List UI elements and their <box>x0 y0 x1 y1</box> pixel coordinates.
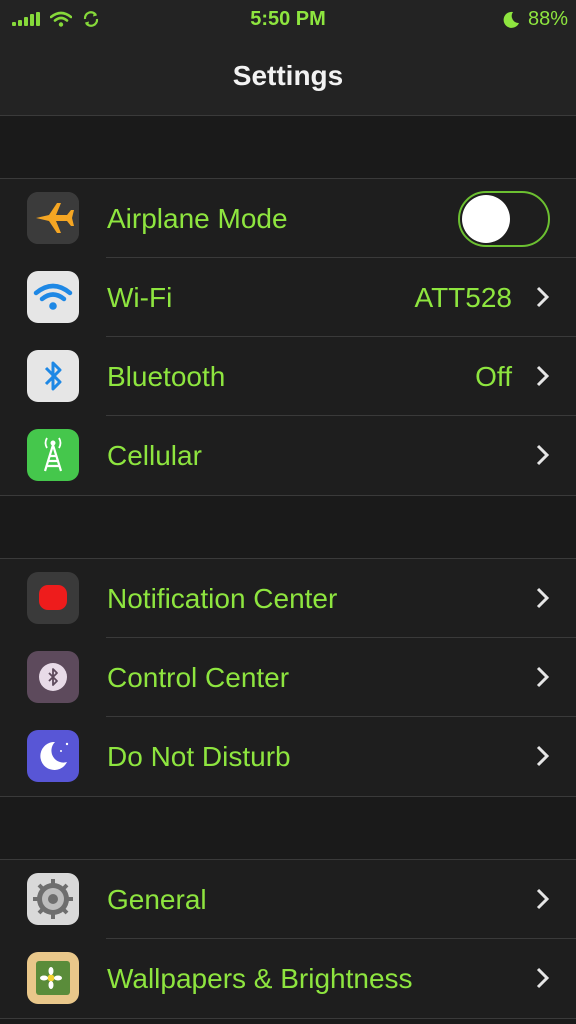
moon-icon <box>27 730 79 782</box>
page-title: Settings <box>232 60 344 91</box>
wallpaper-flower-icon <box>27 952 79 1004</box>
row-do-not-disturb[interactable]: Do Not Disturb <box>0 717 576 796</box>
chevron-right-icon <box>536 444 550 466</box>
toggle-knob <box>462 195 510 243</box>
status-bar: 5:50 PM 88% <box>0 0 576 38</box>
wifi-label: Wi-Fi <box>107 282 173 313</box>
row-control-center[interactable]: Control Center <box>0 638 576 717</box>
settings-group-connectivity: Airplane Mode Wi-Fi ATT528 Bluetooth Off <box>0 178 576 496</box>
row-general[interactable]: General <box>0 860 576 939</box>
row-airplane-mode[interactable]: Airplane Mode <box>0 179 576 258</box>
chevron-right-icon <box>536 666 550 688</box>
notification-center-icon <box>27 572 79 624</box>
settings-group-notifications: Notification Center Control Center Do No… <box>0 558 576 797</box>
row-notification-center[interactable]: Notification Center <box>0 559 576 638</box>
wallpapers-brightness-label: Wallpapers & Brightness <box>107 963 413 994</box>
navigation-bar: Settings <box>0 38 576 116</box>
battery-percent: 88% <box>527 8 568 30</box>
moon-icon <box>503 11 519 28</box>
control-center-label: Control Center <box>107 662 290 693</box>
airplane-mode-label: Airplane Mode <box>107 203 288 234</box>
settings-group-general: General Wallpapers & Brightness <box>0 859 576 1019</box>
bluetooth-label: Bluetooth <box>107 361 226 392</box>
airplane-mode-toggle[interactable] <box>458 191 550 247</box>
chevron-right-icon <box>536 286 550 308</box>
wifi-icon <box>27 271 79 323</box>
row-wallpapers-brightness[interactable]: Wallpapers & Brightness <box>0 939 576 1018</box>
chevron-right-icon <box>536 888 550 910</box>
do-not-disturb-label: Do Not Disturb <box>107 741 291 772</box>
gear-icon <box>27 873 79 925</box>
row-wifi[interactable]: Wi-Fi ATT528 <box>0 258 576 337</box>
chevron-right-icon <box>536 365 550 387</box>
cellular-label: Cellular <box>107 440 202 471</box>
notification-center-label: Notification Center <box>107 583 338 614</box>
cellular-antenna-icon <box>27 429 79 481</box>
status-time: 5:50 PM <box>250 8 326 30</box>
wifi-network-value: ATT528 <box>414 282 512 313</box>
chevron-right-icon <box>536 745 550 767</box>
control-center-icon <box>27 651 79 703</box>
row-bluetooth[interactable]: Bluetooth Off <box>0 337 576 416</box>
chevron-right-icon <box>536 587 550 609</box>
bluetooth-status-value: Off <box>475 361 512 392</box>
general-label: General <box>107 884 207 915</box>
status-right: 88% <box>502 8 568 31</box>
airplane-icon <box>27 192 79 244</box>
bluetooth-icon <box>27 350 79 402</box>
chevron-right-icon <box>536 967 550 989</box>
row-cellular[interactable]: Cellular <box>0 416 576 495</box>
